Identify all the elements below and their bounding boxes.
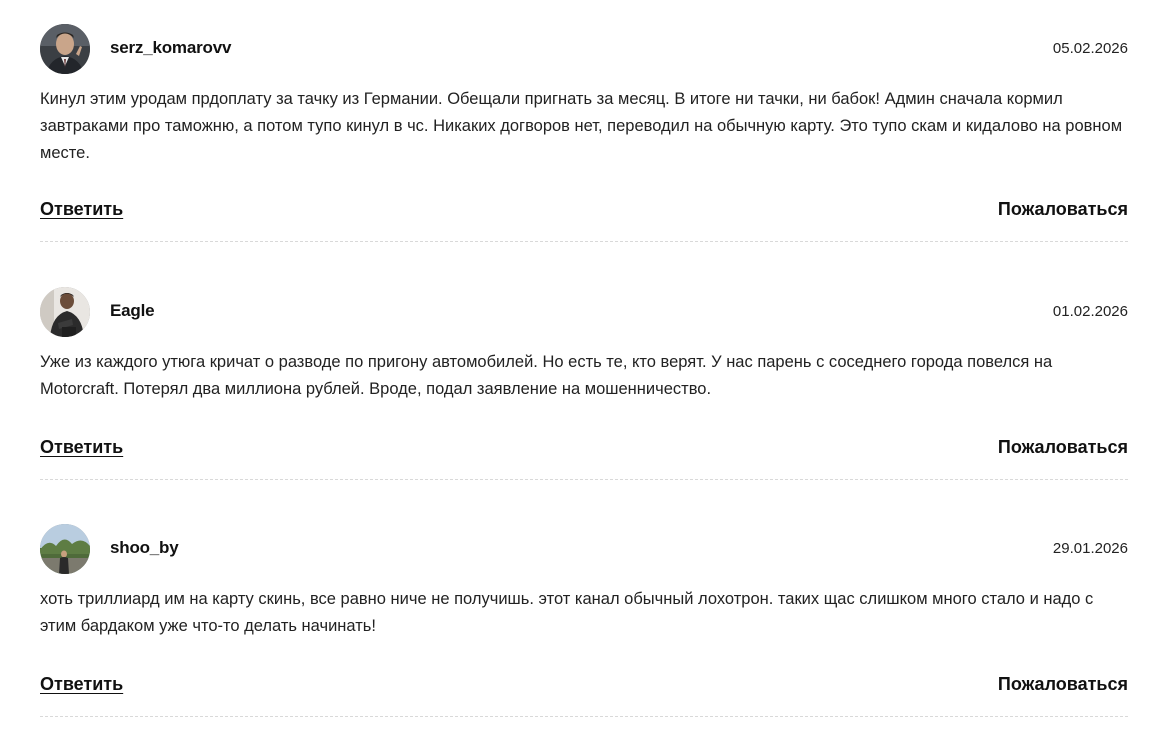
comment-actions: Ответить Пожаловаться: [40, 437, 1128, 463]
comment-divider: [40, 716, 1128, 717]
comment-header: shoo_by 29.01.2026: [40, 524, 1128, 574]
user-avatar[interactable]: [40, 287, 90, 337]
user-avatar[interactable]: [40, 524, 90, 574]
comment-text: хоть триллиард им на карту скинь, все ра…: [40, 590, 1094, 635]
reply-button[interactable]: Ответить: [40, 199, 123, 220]
comment-username: serz_komarovv: [110, 38, 232, 57]
comment-divider: [40, 241, 1128, 242]
comment-text: Уже из каждого утюга кричат о разводе по…: [40, 353, 1053, 398]
report-button[interactable]: Пожаловаться: [998, 674, 1128, 695]
comment-actions: Ответить Пожаловаться: [40, 674, 1128, 700]
comments-list: serz_komarovv 05.02.2026 Кинул этим урод…: [0, 0, 1150, 737]
comment-header: Eagle 01.02.2026: [40, 287, 1128, 337]
user-avatar[interactable]: [40, 24, 90, 74]
avatar-photo-icon: [40, 524, 90, 574]
comment-date: 05.02.2026: [1052, 40, 1128, 57]
avatar-photo-icon: [40, 287, 90, 337]
comment-header: serz_komarovv 05.02.2026: [40, 24, 1128, 74]
report-button[interactable]: Пожаловаться: [998, 199, 1128, 220]
comment-username: Eagle: [110, 301, 155, 320]
reply-button[interactable]: Ответить: [40, 437, 123, 458]
comment-text: Кинул этим уродам прдоплату за тачку из …: [40, 90, 1123, 162]
comment-date: 01.02.2026: [1052, 303, 1128, 320]
comment-date: 29.01.2026: [1052, 540, 1128, 557]
comment-item: serz_komarovv 05.02.2026 Кинул этим урод…: [40, 24, 1128, 167]
comment-item: Eagle 01.02.2026 Уже из каждого утюга кр…: [40, 287, 1128, 403]
comment-divider: [40, 479, 1128, 480]
avatar-photo-icon: [40, 24, 90, 74]
report-button[interactable]: Пожаловаться: [998, 437, 1128, 458]
comment-username: shoo_by: [110, 538, 179, 557]
comment-item: shoo_by 29.01.2026 хоть триллиард им на …: [40, 524, 1128, 640]
comment-actions: Ответить Пожаловаться: [40, 199, 1128, 225]
reply-button[interactable]: Ответить: [40, 674, 123, 695]
